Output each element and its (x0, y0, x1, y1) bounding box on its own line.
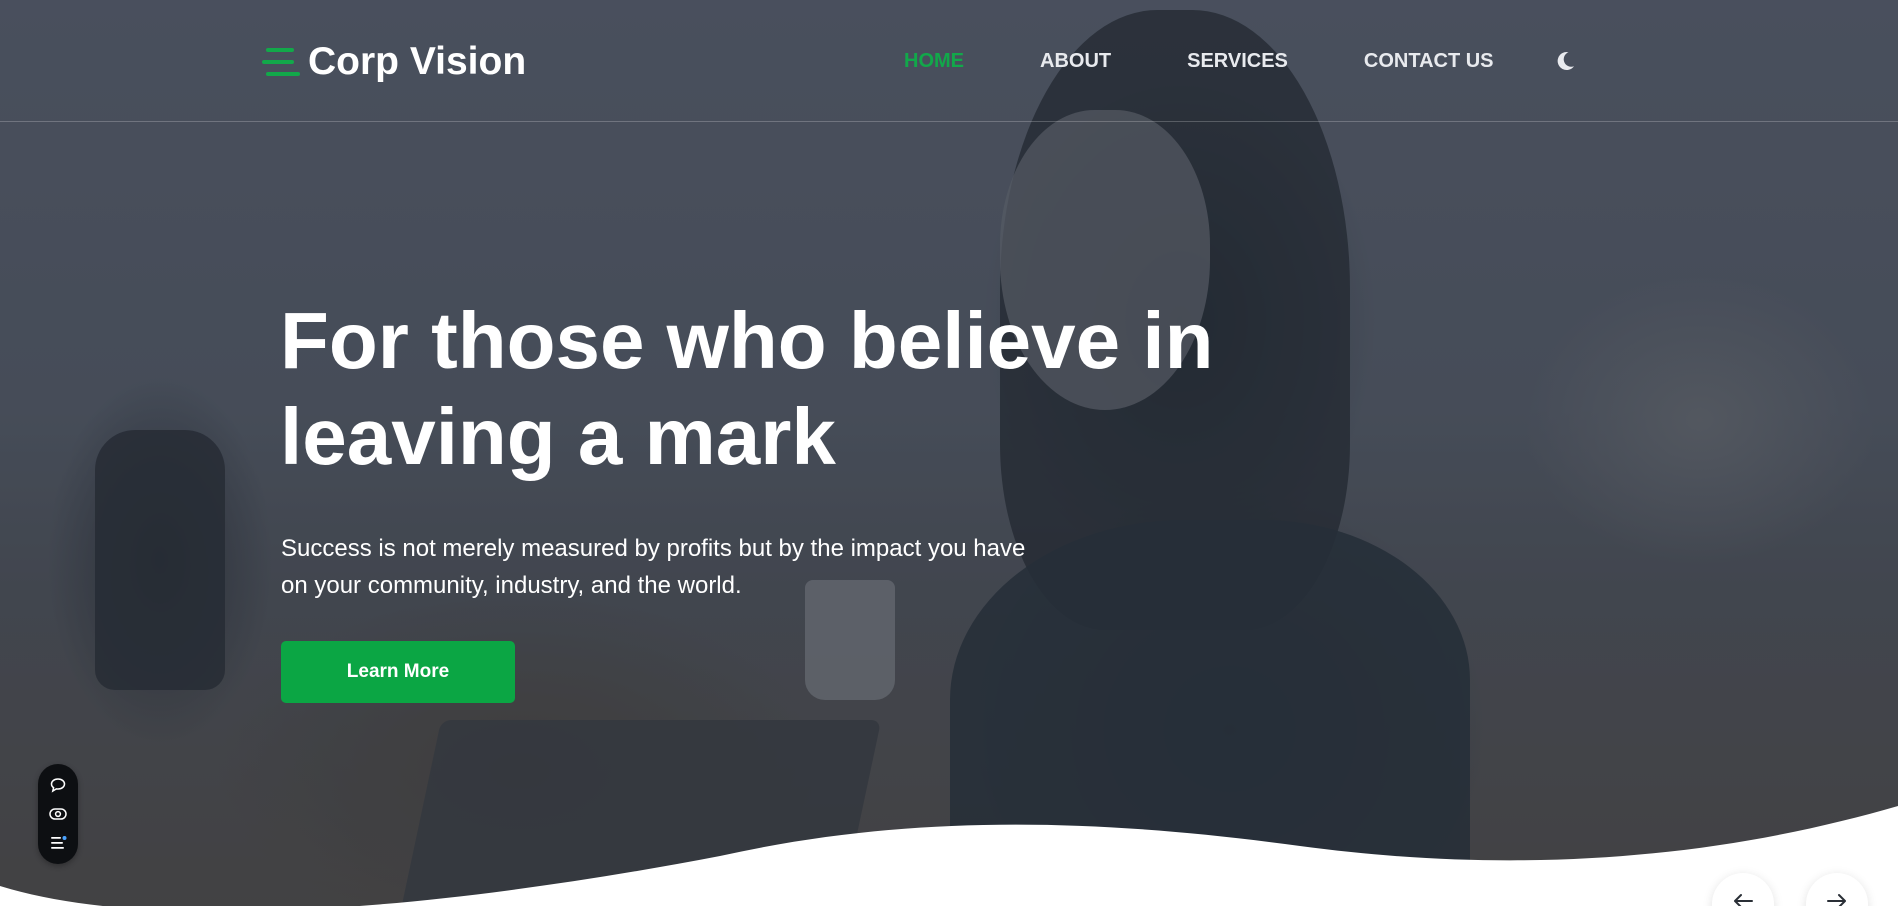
nav-item-about[interactable]: ABOUT (1040, 48, 1111, 74)
brand-logo[interactable]: Corp Vision (262, 40, 526, 84)
nav-item-contact-us[interactable]: CONTACT US (1364, 48, 1494, 74)
site-header: Corp Vision HOME ABOUT SERVICES CONTACT … (0, 0, 1898, 122)
arrow-left-icon (1734, 894, 1753, 906)
main-nav: HOME ABOUT SERVICES CONTACT US (904, 48, 1578, 74)
floating-toolbar (38, 764, 78, 864)
preview-button[interactable] (46, 802, 70, 826)
learn-more-button[interactable]: Learn More (281, 641, 515, 703)
hero-subtext: Success is not merely measured by profit… (281, 535, 1026, 599)
nav-item-services[interactable]: SERVICES (1187, 48, 1288, 74)
settings-list-button[interactable] (46, 831, 70, 855)
theme-toggle-button[interactable] (1552, 48, 1578, 74)
brand-name: Corp Vision (308, 40, 527, 83)
eye-icon (49, 808, 67, 820)
chat-button[interactable] (46, 773, 70, 797)
arrow-right-icon (1827, 894, 1846, 906)
chat-bubble-icon (50, 778, 66, 793)
hero-section: Corp Vision HOME ABOUT SERVICES CONTACT … (0, 0, 1898, 906)
hero-headline: For those who believe in leaving a mark (280, 296, 1214, 481)
list-settings-icon (51, 836, 67, 849)
nav-item-home[interactable]: HOME (904, 48, 964, 74)
bottom-wave-divider (0, 806, 1898, 906)
moon-icon (1557, 52, 1574, 71)
menu-lines-icon (262, 48, 300, 76)
